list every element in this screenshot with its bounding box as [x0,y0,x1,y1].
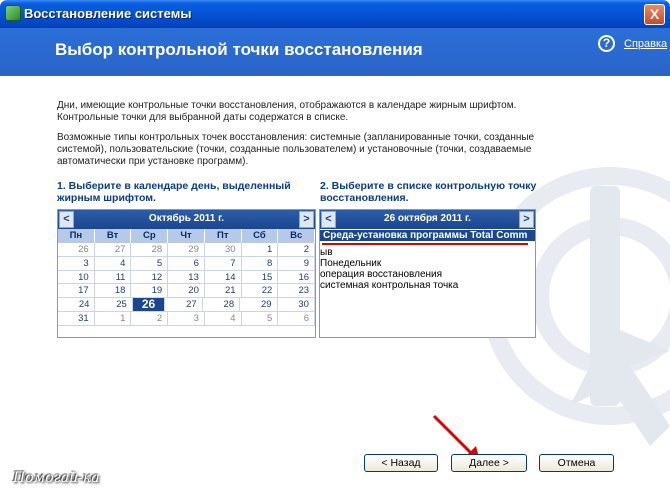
restore-list-date: 26 октября 2011 г. [384,213,471,224]
weekday-label: Вс [278,229,316,243]
content-area: Дни, имеющие контрольные точки восстанов… [0,76,670,494]
back-button[interactable]: < Назад [364,454,438,472]
restore-point-item[interactable]: Понедельник [320,258,381,269]
calendar-day[interactable]: 10 [58,270,95,285]
calendar: < Октябрь 2011 г. > Пн Вт Ср Чт Пт Сб Вс… [57,209,316,338]
calendar-day[interactable]: 29 [240,298,278,312]
calendar-day[interactable]: 1 [241,243,279,257]
weekday-label: Сб [241,229,279,243]
calendar-day[interactable]: 27 [165,298,203,312]
calendar-prev-month-button[interactable]: < [59,211,74,228]
calendar-day[interactable]: 6 [168,256,205,271]
calendar-day[interactable]: 4 [94,256,132,271]
site-brand-label: Помогай-ка [13,470,100,486]
calendar-day[interactable]: 12 [131,270,169,285]
calendar-day[interactable]: 31 [58,311,95,326]
calendar-day[interactable]: 16 [278,270,316,285]
calendar-day[interactable]: 6 [278,311,316,326]
calendar-day[interactable]: 19 [131,284,169,299]
restore-point-item[interactable]: операция восстановления [320,269,442,280]
system-restore-window: Восстановление системы X Выбор контрольн… [0,0,670,494]
restore-list-next-button[interactable]: > [519,211,534,228]
calendar-day[interactable]: 2 [131,311,169,326]
step2-label: 2. Выберите в списке контрольную точку в… [320,180,537,204]
help-icon[interactable]: ? [598,35,615,52]
calendar-day[interactable]: 18 [94,284,132,299]
close-button[interactable]: X [644,4,665,25]
calendar-month-title: Октябрь 2011 г. [148,213,225,224]
calendar-day[interactable]: 30 [277,298,315,312]
system-restore-icon [5,5,21,21]
calendar-week-row: 24 25 26 27 28 29 30 [58,298,315,312]
calendar-grid: 26 27 28 29 30 1 2 3 4 5 6 7 8 9 10 11 12 13 14 15 16 17 18 19 2… [58,243,316,326]
calendar-day[interactable]: 23 [278,284,316,299]
cancel-button[interactable]: Отмена [539,454,614,472]
calendar-day[interactable]: 28 [202,298,241,312]
calendar-weekday-row: Пн Вт Ср Чт Пт Сб Вс [58,229,316,243]
calendar-day[interactable]: 5 [241,311,279,326]
weekday-label: Вт [94,229,132,243]
calendar-week-row: 10 11 12 13 14 15 16 [58,270,316,285]
calendar-day[interactable]: 11 [94,270,132,285]
calendar-day[interactable]: 3 [168,311,205,326]
calendar-day[interactable]: 1 [94,311,132,326]
description-bold-days: Дни, имеющие контрольные точки восстанов… [57,100,517,123]
next-button[interactable]: Далее > [451,454,527,472]
calendar-day[interactable]: 4 [204,311,242,326]
calendar-day[interactable]: 27 [94,243,132,257]
weekday-label: Чт [168,229,205,243]
calendar-day[interactable]: 24 [58,298,96,312]
calendar-day[interactable]: 3 [58,256,95,271]
header-band: Выбор контрольной точки восстановления ?… [0,28,670,76]
restore-list-prev-button[interactable]: < [321,211,336,228]
calendar-day[interactable]: 26 [132,298,166,312]
window-title: Восстановление системы [24,6,192,21]
calendar-header: < Октябрь 2011 г. > [58,210,315,229]
calendar-day[interactable]: 21 [204,284,242,299]
calendar-week-row: 17 18 19 20 21 22 23 [58,284,316,299]
calendar-day[interactable]: 22 [241,284,279,299]
calendar-week-row: 3456789 [58,256,316,271]
description-types: Возможные типы контрольных точек восстан… [57,132,535,167]
calendar-day[interactable]: 9 [278,256,316,271]
step1-label: 1. Выберите в календаре день, выделенный… [57,180,291,204]
weekday-label: Пт [204,229,242,243]
title-bar[interactable]: Восстановление системы X [0,0,670,28]
help-link[interactable]: Справка [624,38,667,50]
page-title: Выбор контрольной точки восстановления [55,40,423,59]
calendar-week-row: 26 27 28 29 30 1 2 [58,243,316,257]
calendar-day[interactable]: 20 [168,284,205,299]
restore-point-selected[interactable]: Среда-установка программы Total Comm [320,230,535,241]
calendar-next-month-button[interactable]: > [299,211,314,228]
restore-point-list: < 26 октября 2011 г. > Среда-установка п… [319,209,536,338]
red-underline-marker [322,243,528,245]
calendar-day[interactable]: 8 [241,256,279,271]
calendar-day[interactable]: 26 [58,243,95,257]
calendar-day[interactable]: 25 [95,298,133,312]
weekday-label: Ср [131,229,169,243]
calendar-day[interactable]: 5 [131,256,169,271]
weekday-label: Пн [58,229,95,243]
calendar-day[interactable]: 17 [58,284,95,299]
calendar-day[interactable]: 15 [241,270,279,285]
restore-point-item[interactable]: ыв [320,247,333,258]
calendar-day[interactable]: 28 [131,243,169,257]
calendar-day[interactable]: 30 [204,243,242,257]
calendar-day[interactable]: 7 [204,256,242,271]
calendar-day[interactable]: 29 [168,243,205,257]
calendar-day[interactable]: 13 [168,270,205,285]
restore-list-header: < 26 октября 2011 г. > [320,210,535,229]
calendar-week-row: 31 1 2 3 4 5 6 [58,311,316,326]
calendar-day[interactable]: 14 [204,270,242,285]
calendar-day[interactable]: 2 [278,243,316,257]
restore-point-item[interactable]: системная контрольная точка [320,280,458,291]
